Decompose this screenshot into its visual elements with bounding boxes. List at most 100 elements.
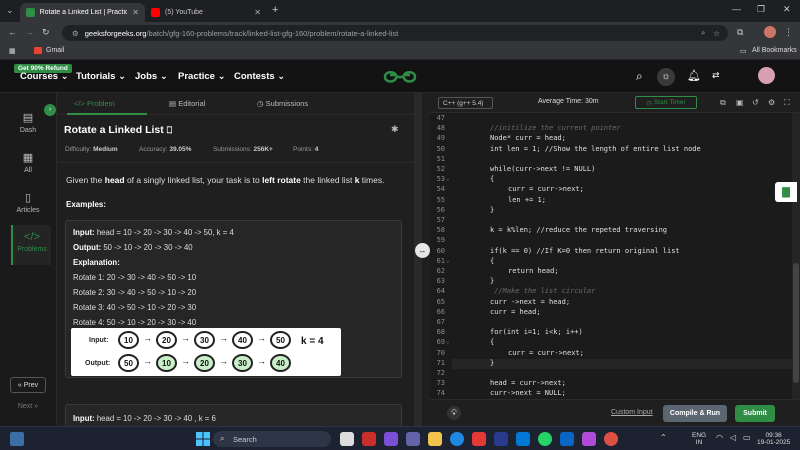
prev-button[interactable]: « Prev bbox=[10, 377, 46, 393]
volume-icon[interactable]: ◁ bbox=[730, 433, 736, 442]
address-bar[interactable]: ⚙ geeksforgeeks.org/batch/gfg-160-proble… bbox=[62, 25, 728, 41]
wifi-icon[interactable]: ◠ bbox=[716, 433, 723, 442]
copilot-icon[interactable] bbox=[384, 432, 398, 446]
tab-rotate-linked-list[interactable]: Rotate a Linked List | Practice | G ✕ bbox=[20, 3, 145, 22]
fold-chevron-icon[interactable]: ⌄ bbox=[446, 338, 450, 345]
tab-label: Problem bbox=[86, 99, 115, 108]
all-bookmarks[interactable]: All Bookmarks bbox=[752, 47, 797, 54]
profile-avatar[interactable] bbox=[764, 26, 776, 38]
reset-icon[interactable]: ↺ bbox=[752, 98, 759, 107]
custom-input-link[interactable]: Custom Input bbox=[611, 409, 653, 416]
bookmark-icon[interactable]: ⎕ bbox=[167, 125, 172, 135]
reload-icon[interactable]: ↻ bbox=[42, 27, 50, 38]
new-tab-button[interactable]: + bbox=[272, 4, 278, 16]
minimize-icon[interactable]: — bbox=[732, 4, 741, 14]
settings-icon[interactable]: ⚙ bbox=[768, 98, 775, 107]
theme-toggle-icon[interactable]: ☼ bbox=[657, 68, 675, 86]
back-arrow-icon[interactable]: ← bbox=[8, 27, 17, 37]
zoom-icon[interactable]: ⌕ bbox=[701, 28, 705, 38]
outlook-icon[interactable] bbox=[516, 432, 530, 446]
lightbulb-icon[interactable]: 💡︎ bbox=[447, 406, 461, 420]
app-icon[interactable] bbox=[472, 432, 486, 446]
example-label: Explanation: bbox=[73, 258, 120, 267]
fold-chevron-icon[interactable]: ⌄ bbox=[446, 175, 450, 182]
gfg-logo-icon[interactable] bbox=[383, 68, 417, 86]
translate-icon[interactable]: ⇄ bbox=[712, 70, 720, 81]
edge-icon[interactable] bbox=[450, 432, 464, 446]
next-button[interactable]: Next » bbox=[10, 398, 46, 414]
window-close-icon[interactable]: ✕ bbox=[783, 4, 791, 15]
expand-sidebar-icon[interactable]: › bbox=[44, 104, 56, 116]
sidebar-item-dash[interactable]: ▤ Dash bbox=[8, 111, 48, 134]
forward-arrow-icon[interactable]: → bbox=[25, 27, 34, 37]
fullscreen-icon[interactable]: ⛶ bbox=[784, 98, 790, 108]
browser-menu-icon[interactable]: ⋮ bbox=[784, 27, 793, 38]
bookmark-gmail[interactable]: Gmail bbox=[46, 47, 64, 54]
nav-courses[interactable]: Courses ⌄ bbox=[20, 71, 69, 82]
tab-editorial[interactable]: ▤ Editorial bbox=[169, 99, 205, 108]
chat-icon[interactable]: ▇ bbox=[775, 182, 797, 202]
close-icon[interactable]: ✕ bbox=[254, 8, 261, 17]
fold-chevron-icon[interactable]: ⌄ bbox=[446, 257, 450, 264]
input-language[interactable]: ENG IN bbox=[692, 432, 706, 446]
mcafee-icon[interactable] bbox=[362, 432, 376, 446]
start-timer-button[interactable]: ◷ Start Timer bbox=[635, 96, 697, 109]
arrow-icon: → bbox=[181, 333, 190, 343]
linkedin-icon[interactable] bbox=[560, 432, 574, 446]
resize-handle-icon[interactable]: ↔ bbox=[415, 243, 430, 258]
nav-practice[interactable]: Practice ⌄ bbox=[178, 71, 226, 82]
code-line: { bbox=[490, 175, 495, 184]
bookmark-star-icon[interactable]: ☆ bbox=[713, 29, 720, 38]
chrome-icon[interactable] bbox=[604, 432, 618, 446]
nav-contests[interactable]: Contests ⌄ bbox=[234, 71, 285, 82]
nav-jobs[interactable]: Jobs ⌄ bbox=[135, 71, 168, 82]
file-explorer-icon[interactable] bbox=[428, 432, 442, 446]
clock[interactable]: 09:36 19-01-2025 bbox=[757, 432, 790, 446]
compile-run-button[interactable]: Compile & Run bbox=[663, 405, 727, 422]
submit-button[interactable]: Submit bbox=[735, 405, 775, 422]
store-icon[interactable] bbox=[494, 432, 508, 446]
sidebar-item-problems[interactable]: </> Problems bbox=[11, 225, 51, 265]
list-node: 50 bbox=[118, 354, 139, 372]
teams-icon[interactable] bbox=[406, 432, 420, 446]
language-select[interactable]: C++ (g++ 5.4) bbox=[438, 97, 493, 109]
submissions-count: Submissions: 256K+ bbox=[213, 146, 273, 153]
app2-icon[interactable] bbox=[582, 432, 596, 446]
document-icon: ▤ bbox=[169, 99, 177, 108]
sidebar-item-all[interactable]: ▦ All bbox=[8, 151, 48, 174]
windows-start-icon[interactable] bbox=[196, 432, 210, 446]
url-path: /batch/gfg-160-problems/track/linked-lis… bbox=[146, 28, 399, 38]
widgets-icon[interactable] bbox=[10, 432, 24, 446]
site-info-icon[interactable]: ⚙ bbox=[72, 29, 79, 38]
extensions-icon[interactable]: ⧉ bbox=[737, 27, 743, 38]
meta-label: Difficulty: bbox=[65, 146, 92, 153]
panel-splitter[interactable] bbox=[414, 93, 422, 426]
code-editor[interactable]: 47 48 //initilize the current pointer 49 Nod… bbox=[430, 113, 792, 399]
bell-icon[interactable]: 🔔︎ bbox=[687, 69, 701, 82]
code-line: curr = curr->next; bbox=[508, 185, 584, 194]
whatsapp-icon[interactable] bbox=[538, 432, 552, 446]
editor-scrollbar[interactable] bbox=[792, 113, 800, 399]
sidebar-item-articles[interactable]: ▯ Articles bbox=[8, 191, 48, 214]
chevron-down-icon: ⌄ bbox=[277, 71, 286, 82]
tab-submissions[interactable]: ◷ Submissions bbox=[257, 99, 308, 108]
apps-grid-icon[interactable]: ▦ bbox=[9, 47, 16, 55]
nav-tutorials[interactable]: Tutorials ⌄ bbox=[76, 71, 126, 82]
bug-report-icon[interactable]: ✱ bbox=[391, 124, 399, 135]
maximize-icon[interactable]: ❐ bbox=[757, 4, 765, 15]
tab-search-icon[interactable]: ⌄ bbox=[6, 5, 14, 16]
copy-icon[interactable]: ⧉ bbox=[720, 98, 726, 108]
tab-problem[interactable]: </> Problem bbox=[74, 99, 115, 108]
tray-chevron-icon[interactable]: ⌃ bbox=[660, 433, 667, 442]
search-icon[interactable]: ⌕ bbox=[636, 69, 643, 84]
scroll-thumb[interactable] bbox=[793, 263, 799, 383]
date-text: 19-01-2025 bbox=[757, 439, 791, 446]
taskview-icon[interactable] bbox=[340, 432, 354, 446]
battery-icon[interactable]: ▭ bbox=[743, 433, 751, 442]
user-avatar[interactable] bbox=[758, 67, 775, 84]
close-icon[interactable]: ✕ bbox=[132, 8, 139, 17]
tab-youtube[interactable]: (5) YouTube ✕ bbox=[145, 3, 267, 22]
taskbar-search[interactable]: ⌕ Search bbox=[213, 431, 331, 447]
layout-icon[interactable]: ▣ bbox=[736, 98, 744, 107]
arrow-icon: → bbox=[219, 333, 228, 343]
